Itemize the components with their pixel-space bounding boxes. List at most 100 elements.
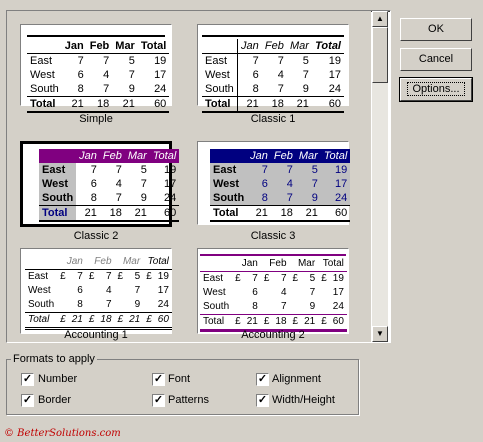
sample-accounting-1[interactable]: Jan Feb Mar Total East £7 £7 £5 £19 West 6 4 7 1… [20, 248, 172, 334]
cell: South [203, 301, 230, 312]
cell: Total [152, 150, 177, 162]
cell: 7 [286, 192, 293, 204]
cell: 8 [90, 192, 97, 204]
cell [290, 300, 302, 315]
accounting2-top-rule [200, 254, 346, 256]
cell: Jan [241, 258, 258, 269]
cell: 17 [328, 69, 341, 81]
cell: 6 [90, 178, 97, 190]
cell: 8 [261, 192, 268, 204]
cell: £ [263, 273, 270, 284]
sample-classic-1[interactable]: Jan Feb Mar Total East 7 7 5 19 West 6 4 7 17 So… [197, 24, 349, 112]
cell: Total [202, 96, 238, 112]
sample-accounting-2[interactable]: Jan Feb Mar Total East £7 £7 £5 £19 West 6 4 7 1… [197, 248, 349, 334]
cell: 60 [328, 98, 341, 110]
cell: 18 [100, 314, 112, 325]
cell [261, 300, 273, 315]
border-checkbox[interactable]: ✓ [21, 394, 34, 407]
sample-simple[interactable]: Jan Feb Mar Total East 7 7 5 19 West 6 4 7 17 So… [20, 24, 172, 112]
cell: 19 [335, 164, 348, 176]
cell: Jan [79, 150, 97, 162]
number-label: Number [38, 373, 78, 385]
cell: 7 [128, 69, 135, 81]
caption-accounting-2: Accounting 2 [241, 329, 305, 341]
scroll-down-icon[interactable]: ▼ [372, 326, 388, 342]
gallery-pane: Jan Feb Mar Total East 7 7 5 19 West 6 4 7 17 So… [7, 11, 371, 342]
cell: 24 [164, 192, 177, 204]
cell [57, 284, 69, 298]
patterns-checkbox[interactable]: ✓ [152, 394, 165, 407]
cell: Total [322, 258, 344, 269]
cell: 21 [71, 98, 84, 110]
cell: 19 [164, 164, 177, 176]
cell: £ [146, 314, 152, 325]
cell [57, 298, 69, 313]
cell: 7 [105, 271, 112, 282]
accounting2-table: Jan Feb Mar Total East £7 £7 £5 £19 West 6 4 7 1… [200, 257, 347, 332]
cell: 7 [103, 83, 110, 95]
cell [318, 300, 330, 315]
alignment-checkbox[interactable]: ✓ [256, 373, 269, 386]
simple-top-rule [27, 35, 165, 37]
cell: South [39, 191, 77, 206]
cell: 7 [302, 69, 309, 81]
caption-classic-1: Classic 1 [250, 113, 296, 125]
cell: 7 [77, 271, 83, 282]
cell: 7 [115, 164, 122, 176]
cell: 5 [311, 164, 318, 176]
cell: £ [146, 271, 152, 282]
autoformat-gallery[interactable]: Jan Feb Mar Total East 7 7 5 19 West 6 4 7 17 So… [6, 10, 391, 343]
cell: 17 [332, 287, 344, 298]
width-height-checkbox[interactable]: ✓ [256, 394, 269, 407]
cancel-button[interactable]: Cancel [400, 48, 472, 71]
cell: East [213, 164, 237, 176]
cell [39, 149, 76, 163]
cell: 7 [252, 55, 259, 67]
cell: £ [235, 273, 241, 284]
cell: 24 [154, 83, 167, 95]
cell: 60 [335, 207, 348, 219]
gallery-scrollbar[interactable]: ▲ ▼ [372, 11, 388, 342]
cell: 21 [122, 98, 135, 110]
cell: Feb [264, 40, 284, 52]
cell: West [39, 177, 77, 191]
cell: 7 [309, 287, 316, 298]
font-checkbox[interactable]: ✓ [152, 373, 165, 386]
cell: 24 [157, 299, 169, 310]
cell: 7 [77, 55, 84, 67]
cell: East [202, 53, 238, 68]
cell: Feb [102, 150, 122, 162]
copyright-text: © BetterSolutions.com [4, 428, 121, 439]
border-label: Border [38, 394, 72, 406]
scroll-up-icon[interactable]: ▲ [372, 11, 388, 27]
cell: Total [147, 256, 169, 267]
cell: East [39, 163, 77, 177]
alignment-label: Alignment [272, 373, 321, 385]
sample-classic-3[interactable]: Jan Feb Mar Total East 7 7 5 19 West 6 4 7 17 So… [197, 141, 351, 225]
number-checkbox[interactable]: ✓ [21, 373, 34, 386]
classic1-table: Jan Feb Mar Total East 7 7 5 19 West 6 4 7 17 So… [202, 39, 344, 113]
options-button[interactable]: Options... [399, 77, 473, 102]
cell: South [30, 83, 59, 95]
cell: 6 [261, 178, 268, 190]
ok-button[interactable]: OK [400, 18, 472, 41]
sample-classic-2[interactable]: Jan Feb Mar Total East 7 7 5 19 West 6 4 7 17 So… [20, 141, 180, 227]
scroll-thumb[interactable] [372, 27, 388, 83]
cell: Total [315, 40, 341, 52]
cell: Jan [64, 40, 84, 52]
cell: Total [140, 40, 167, 52]
cell: 17 [335, 178, 348, 190]
cell: 7 [103, 55, 110, 67]
cell: 5 [302, 55, 309, 67]
caption-classic-3: Classic 3 [250, 230, 296, 242]
cell [86, 298, 98, 313]
cell: 7 [105, 299, 112, 310]
cell: 21 [255, 207, 268, 219]
cell: 7 [280, 301, 287, 312]
cell: 19 [157, 271, 169, 282]
cell: West [30, 69, 55, 81]
cell: 9 [134, 299, 141, 310]
cell: 19 [328, 55, 341, 67]
cell: 8 [252, 83, 259, 95]
cell: Mar [127, 150, 147, 162]
